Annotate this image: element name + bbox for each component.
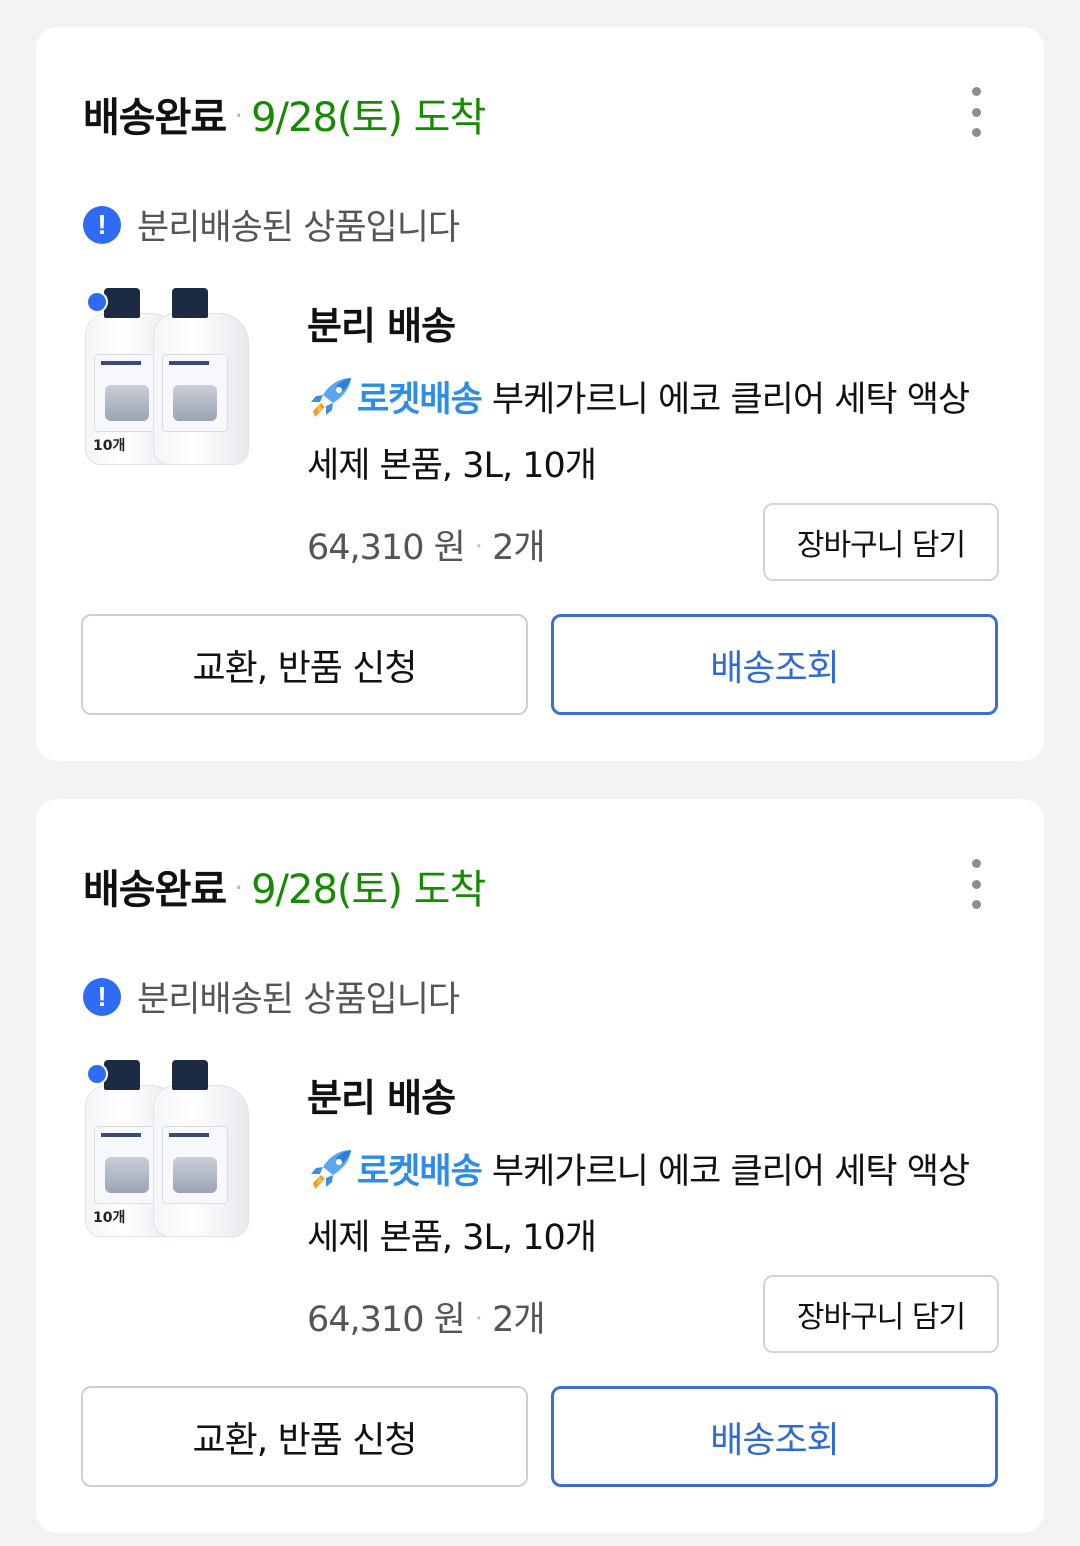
product-quantity: 2개: [492, 528, 545, 568]
add-to-cart-button[interactable]: 장바구니 담기: [763, 503, 999, 581]
rocket-delivery-label: 로켓배송: [357, 380, 483, 420]
exchange-return-button[interactable]: 교환, 반품 신청: [81, 614, 528, 715]
package-quantity-mark: 10개: [93, 1210, 126, 1226]
order-card: 배송완료 · 9/28(토) 도착 ! 분리배송된 상품입니다 10개 분리 배…: [36, 27, 1044, 761]
order-list: 배송완료 · 9/28(토) 도착 ! 분리배송된 상품입니다 10개 분리 배…: [0, 0, 1080, 1533]
delivery-type-title: 분리 배송: [307, 304, 456, 348]
exclamation-circle-icon: !: [83, 205, 121, 244]
package-quantity-mark: 10개: [93, 438, 126, 454]
product-info: 분리 배송 로켓배송 부케가르니 에코 클리어 세탁 액상세제 본품, 3L, 1…: [307, 295, 997, 499]
separator-dot: ·: [474, 532, 483, 562]
arrival-date: 9/28(토) 도착: [251, 867, 486, 913]
split-delivery-notice: ! 분리배송된 상품입니다: [83, 199, 460, 250]
track-delivery-button[interactable]: 배송조회: [551, 614, 998, 715]
separator-dot: ·: [474, 1304, 483, 1334]
product-thumbnail[interactable]: 10개: [83, 285, 261, 467]
more-options-icon[interactable]: [966, 87, 986, 137]
split-delivery-notice: ! 분리배송된 상품입니다: [83, 971, 460, 1022]
exchange-return-button[interactable]: 교환, 반품 신청: [81, 1386, 528, 1487]
track-delivery-button[interactable]: 배송조회: [551, 1386, 998, 1487]
rocket-delivery-label: 로켓배송: [357, 1152, 483, 1192]
order-actions: 교환, 반품 신청 배송조회: [81, 614, 998, 715]
rocket-icon: [311, 1150, 351, 1189]
delivery-type-title: 분리 배송: [307, 1076, 456, 1120]
order-actions: 교환, 반품 신청 배송조회: [81, 1386, 998, 1487]
rocket-icon: [311, 378, 351, 417]
bottle-image: [153, 1060, 249, 1237]
more-options-icon[interactable]: [966, 859, 986, 909]
product-quantity: 2개: [492, 1300, 545, 1340]
order-status-row: 배송완료 · 9/28(토) 도착: [83, 85, 486, 143]
product-title[interactable]: 로켓배송 부케가르니 에코 클리어 세탁 액상세제 본품, 3L, 10개: [307, 1139, 997, 1271]
product-info: 분리 배송 로켓배송 부케가르니 에코 클리어 세탁 액상세제 본품, 3L, 1…: [307, 1067, 997, 1271]
delivery-status: 배송완료: [83, 867, 227, 913]
status-dot: [86, 291, 108, 313]
exclamation-circle-icon: !: [83, 977, 121, 1016]
price-row: 64,310 원 · 2개: [307, 519, 546, 570]
separator-dot: ·: [234, 871, 244, 904]
product-thumbnail[interactable]: 10개: [83, 1057, 261, 1239]
notice-text: 분리배송된 상품입니다: [137, 208, 460, 248]
status-dot: [86, 1063, 108, 1085]
delivery-status: 배송완료: [83, 95, 227, 141]
order-status-row: 배송완료 · 9/28(토) 도착: [83, 857, 486, 915]
separator-dot: ·: [234, 99, 244, 132]
order-card: 배송완료 · 9/28(토) 도착 ! 분리배송된 상품입니다 10개 분리 배…: [36, 799, 1044, 1533]
bottle-image: [153, 288, 249, 465]
product-price: 64,310 원: [307, 528, 466, 568]
add-to-cart-button[interactable]: 장바구니 담기: [763, 1275, 999, 1353]
product-title[interactable]: 로켓배송 부케가르니 에코 클리어 세탁 액상세제 본품, 3L, 10개: [307, 367, 997, 499]
price-row: 64,310 원 · 2개: [307, 1291, 546, 1342]
notice-text: 분리배송된 상품입니다: [137, 980, 460, 1020]
arrival-date: 9/28(토) 도착: [251, 95, 486, 141]
product-price: 64,310 원: [307, 1300, 466, 1340]
